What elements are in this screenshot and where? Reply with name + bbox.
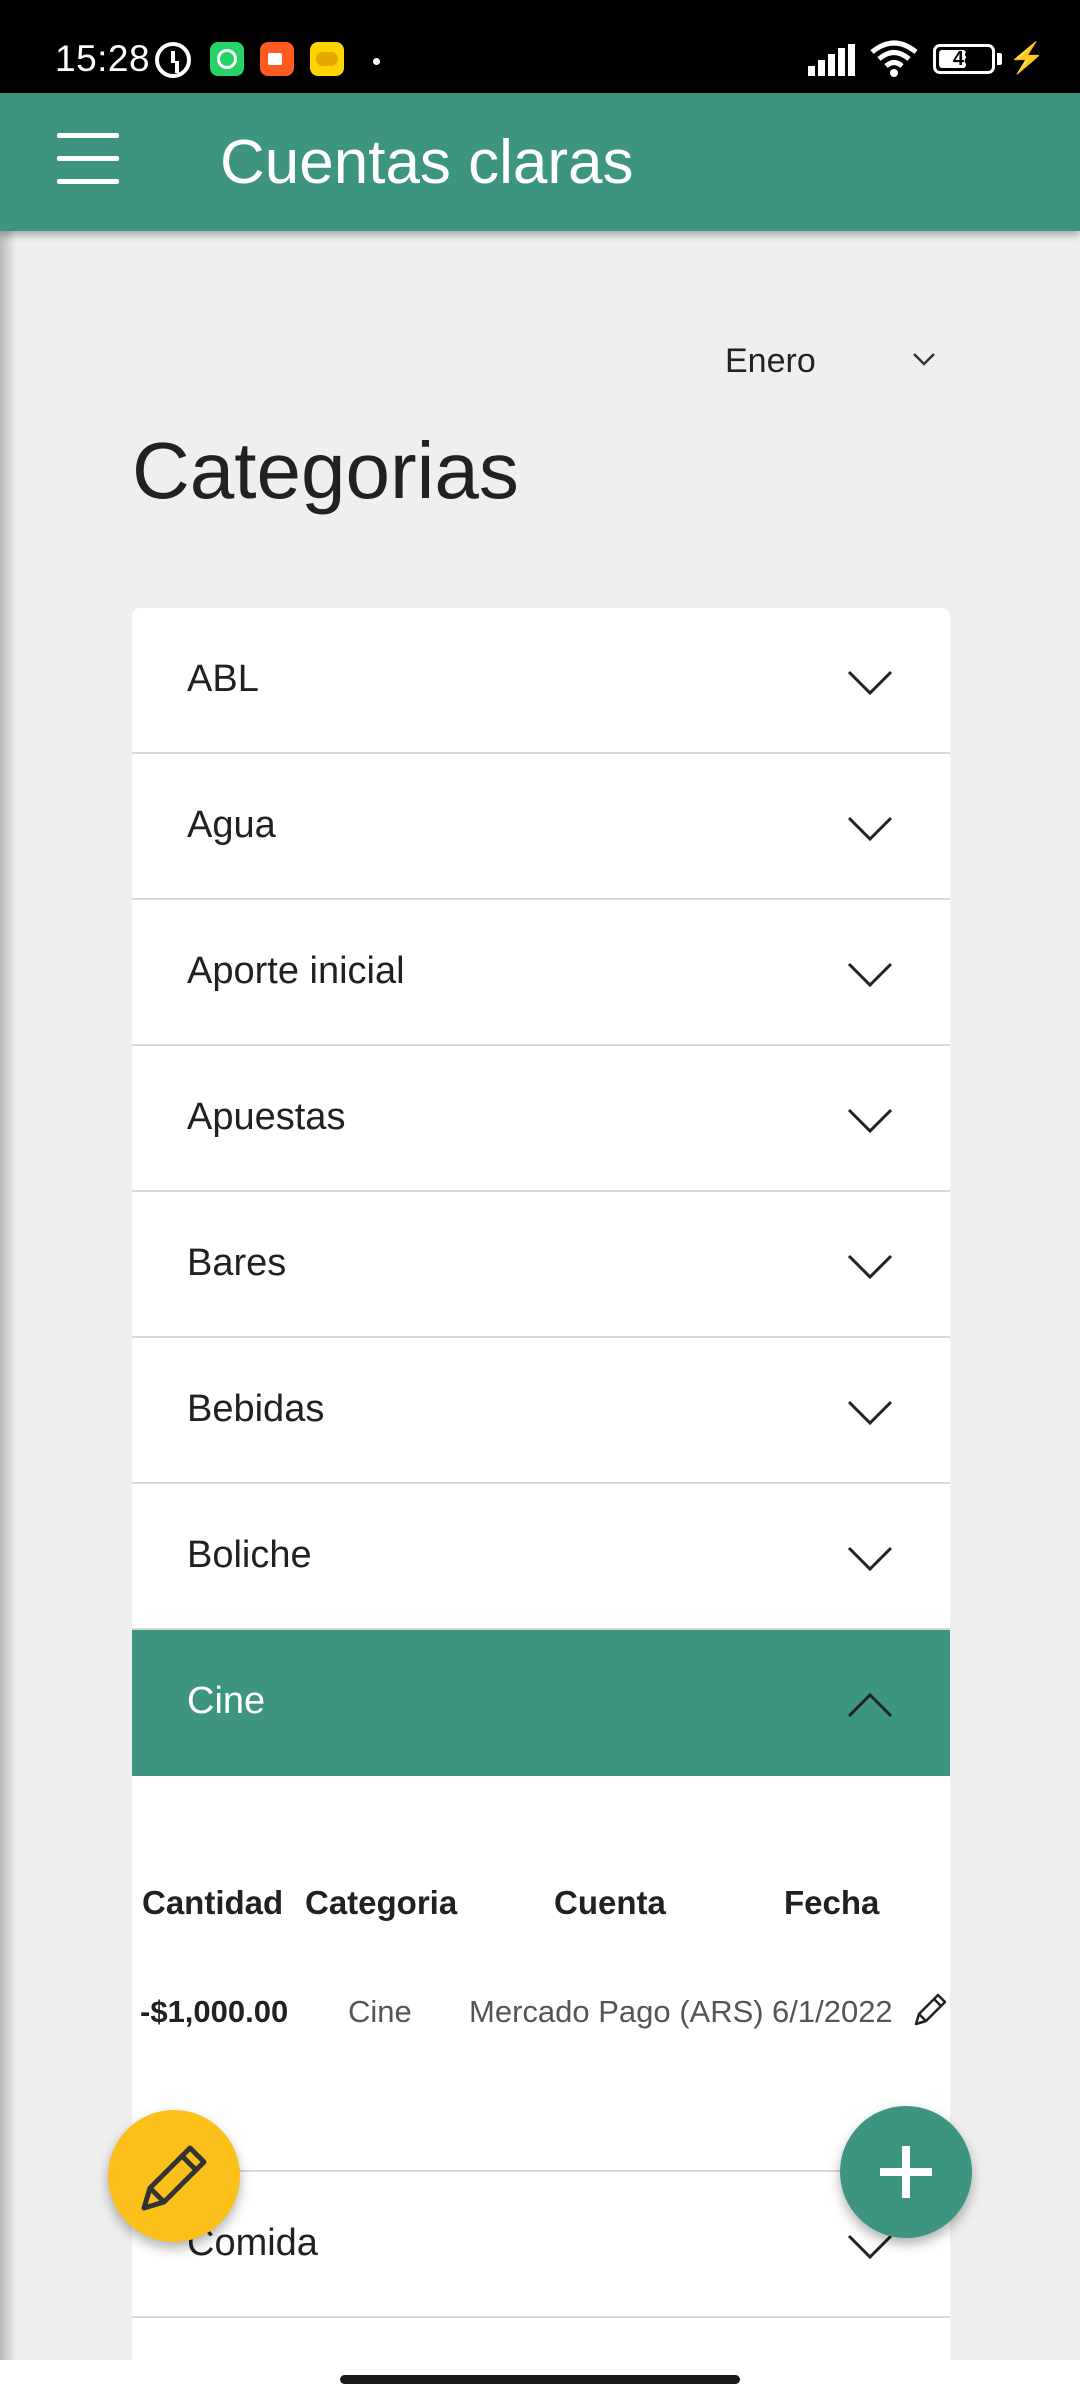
category-accordion: ABL Agua Aporte inicial Apuestas Bares B… xyxy=(132,608,950,2360)
chevron-down-icon xyxy=(913,353,935,366)
page-title: Categorias xyxy=(132,426,519,515)
chevron-down-icon xyxy=(847,1546,893,1572)
category-label: Aporte inicial xyxy=(187,950,405,992)
home-gesture-handle[interactable] xyxy=(340,2375,740,2384)
category-label: ABL xyxy=(187,658,259,700)
category-label: Agua xyxy=(187,804,276,846)
transaction-date: 6/1/2022 xyxy=(772,1994,893,2029)
edit-fab-button[interactable] xyxy=(108,2110,240,2242)
category-label: Bebidas xyxy=(187,1388,325,1430)
chevron-up-icon xyxy=(847,1692,893,1718)
video-icon xyxy=(260,42,294,76)
category-item-boliche[interactable]: Boliche xyxy=(132,1484,950,1630)
month-select[interactable]: Enero xyxy=(715,330,945,390)
wifi-icon xyxy=(870,40,918,77)
whatsapp-icon xyxy=(210,42,244,76)
menu-icon[interactable] xyxy=(57,133,119,185)
chevron-down-icon xyxy=(847,1400,893,1426)
pencil-icon[interactable] xyxy=(910,1990,950,2030)
app-title: Cuentas claras xyxy=(220,128,634,197)
column-header-cantidad: Cantidad xyxy=(142,1884,284,1921)
chevron-down-icon xyxy=(847,1254,893,1280)
category-item-bares[interactable]: Bares xyxy=(132,1192,950,1338)
plus-icon xyxy=(880,2146,932,2198)
battery-icon: 48 xyxy=(933,44,995,74)
chevron-down-icon xyxy=(847,1108,893,1134)
transaction-account: Mercado Pago (ARS) xyxy=(469,1994,764,2029)
battery-level: 48 xyxy=(952,48,976,70)
category-item-comida[interactable]: Comida xyxy=(132,2172,950,2318)
battery-cap xyxy=(997,53,1002,65)
category-panel-cine: Cantidad Categoria Cuenta Fecha -$1,000.… xyxy=(132,1776,950,2172)
transaction-amount: -$1,000.00 xyxy=(140,1994,289,2029)
pencil-icon xyxy=(141,2145,207,2211)
category-label: Apuestas xyxy=(187,1096,346,1138)
chevron-down-icon xyxy=(847,962,893,988)
status-time: 15:28 xyxy=(55,38,151,79)
category-item-aporte-inicial[interactable]: Aporte inicial xyxy=(132,900,950,1046)
charging-icon: ⚡ xyxy=(1008,42,1046,75)
column-header-categoria: Categoria xyxy=(305,1884,458,1921)
column-header-fecha: Fecha xyxy=(784,1884,880,1921)
drawer-edge-shadow xyxy=(0,231,16,2361)
alarm-icon xyxy=(155,42,191,78)
category-label: Bares xyxy=(187,1242,287,1284)
category-label: Cine xyxy=(187,1680,266,1722)
chevron-down-icon xyxy=(847,816,893,842)
category-item-apuestas[interactable]: Apuestas xyxy=(132,1046,950,1192)
add-fab-button[interactable] xyxy=(840,2106,972,2238)
category-label: Boliche xyxy=(187,1534,312,1576)
month-select-value: Enero xyxy=(725,342,816,380)
signal-icon xyxy=(808,44,856,76)
category-item-bebidas[interactable]: Bebidas xyxy=(132,1338,950,1484)
chevron-down-icon xyxy=(847,670,893,696)
app-bar: Cuentas claras xyxy=(0,93,1080,231)
transaction-category: Cine xyxy=(348,1994,412,2029)
column-header-cuenta: Cuenta xyxy=(554,1884,666,1921)
category-item-abl[interactable]: ABL xyxy=(132,608,950,754)
notification-dot-icon xyxy=(373,58,380,65)
category-item-agua[interactable]: Agua xyxy=(132,754,950,900)
status-bar: 15:28 48 ⚡ xyxy=(0,0,1080,93)
app-icon xyxy=(310,42,344,76)
category-item-cine[interactable]: Cine xyxy=(132,1630,950,1776)
